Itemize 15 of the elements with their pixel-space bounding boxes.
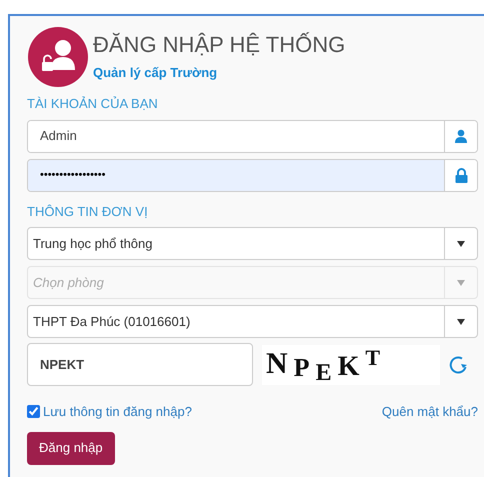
dropdown[interactable]: Trung học phổ thông (27, 227, 478, 260)
remember-label[interactable]: Lưu thông tin đăng nhập? (43, 402, 192, 422)
remember-checkbox[interactable] (27, 405, 40, 418)
section-label: THÔNG TIN ĐƠN VỊ (27, 202, 149, 220)
forgot-password-link[interactable]: Quên mật khẩu? (382, 402, 478, 422)
caret-icon (457, 280, 465, 286)
section-label: TÀI KHOẢN CỦA BẠN (27, 95, 159, 113)
caret-icon (457, 240, 465, 246)
login-subtitle: Quản lý cấp Trường (93, 64, 218, 82)
user-lock-icon (27, 26, 89, 88)
login-title: ĐĂNG NHẬP HỆ THỐNG (93, 31, 346, 60)
dropdown[interactable]: THPT Đa Phúc (01016601) (27, 305, 478, 338)
caret-icon (457, 318, 465, 324)
login-button[interactable]: Đăng nhập (27, 432, 115, 464)
captcha-field[interactable]: NPEKT (27, 343, 253, 386)
